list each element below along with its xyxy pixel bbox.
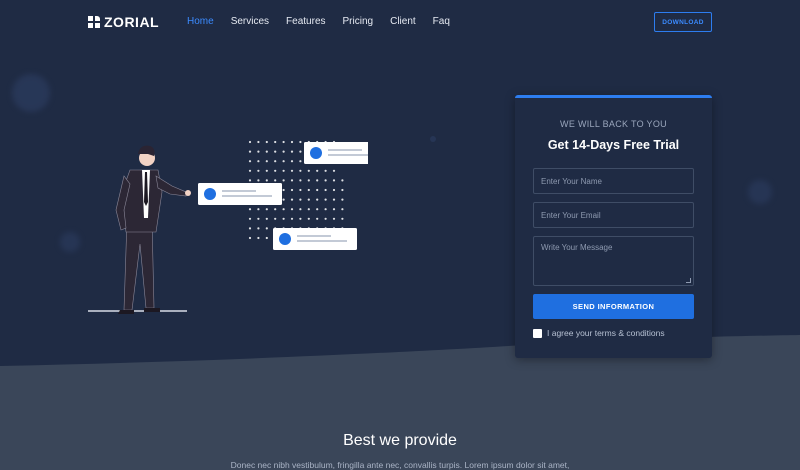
section-subtitle: Donec nec nibh vestibulum, fringilla ant…: [230, 460, 570, 470]
nav-link-home[interactable]: Home: [187, 16, 214, 27]
brand-logo[interactable]: ZORIAL: [88, 14, 159, 30]
terms-agreement: I agree your terms & conditions: [533, 328, 665, 338]
trial-form-card: WE WILL BACK TO YOU Get 14-Days Free Tri…: [515, 95, 712, 358]
ui-card-top: [304, 142, 368, 164]
section-title: Best we provide: [343, 432, 457, 449]
nav-link-pricing[interactable]: Pricing: [343, 16, 374, 27]
nav-link-features[interactable]: Features: [286, 16, 325, 27]
hero-illustration: [88, 140, 368, 314]
top-navbar: ZORIAL Home Services Features Pricing Cl…: [0, 0, 800, 44]
email-input[interactable]: Enter Your Email: [533, 202, 694, 228]
person-figure: [115, 145, 191, 314]
download-button[interactable]: DOWNLOAD: [654, 12, 712, 32]
ui-card-bottom: [273, 228, 357, 250]
nav-menu: Home Services Features Pricing Client Fa…: [187, 16, 467, 27]
logo-icon: [88, 16, 100, 28]
message-textarea[interactable]: Write Your Message: [533, 236, 694, 286]
logo-text: ZORIAL: [104, 14, 160, 30]
nav-link-services[interactable]: Services: [231, 16, 269, 27]
terms-label: I agree your terms & conditions: [547, 328, 665, 338]
resize-handle-icon[interactable]: [686, 278, 691, 283]
form-kicker: WE WILL BACK TO YOU: [560, 119, 667, 129]
ui-card-middle: [198, 183, 282, 205]
name-input[interactable]: Enter Your Name: [533, 168, 694, 194]
hero-section: ZORIAL Home Services Features Pricing Cl…: [0, 0, 800, 470]
terms-checkbox[interactable]: [533, 328, 542, 338]
send-information-button[interactable]: SEND INFORMATION: [533, 294, 694, 319]
nav-link-client[interactable]: Client: [390, 16, 416, 27]
message-placeholder: Write Your Message: [541, 243, 613, 252]
form-title: Get 14-Days Free Trial: [547, 138, 680, 152]
nav-link-faq[interactable]: Faq: [433, 16, 450, 27]
